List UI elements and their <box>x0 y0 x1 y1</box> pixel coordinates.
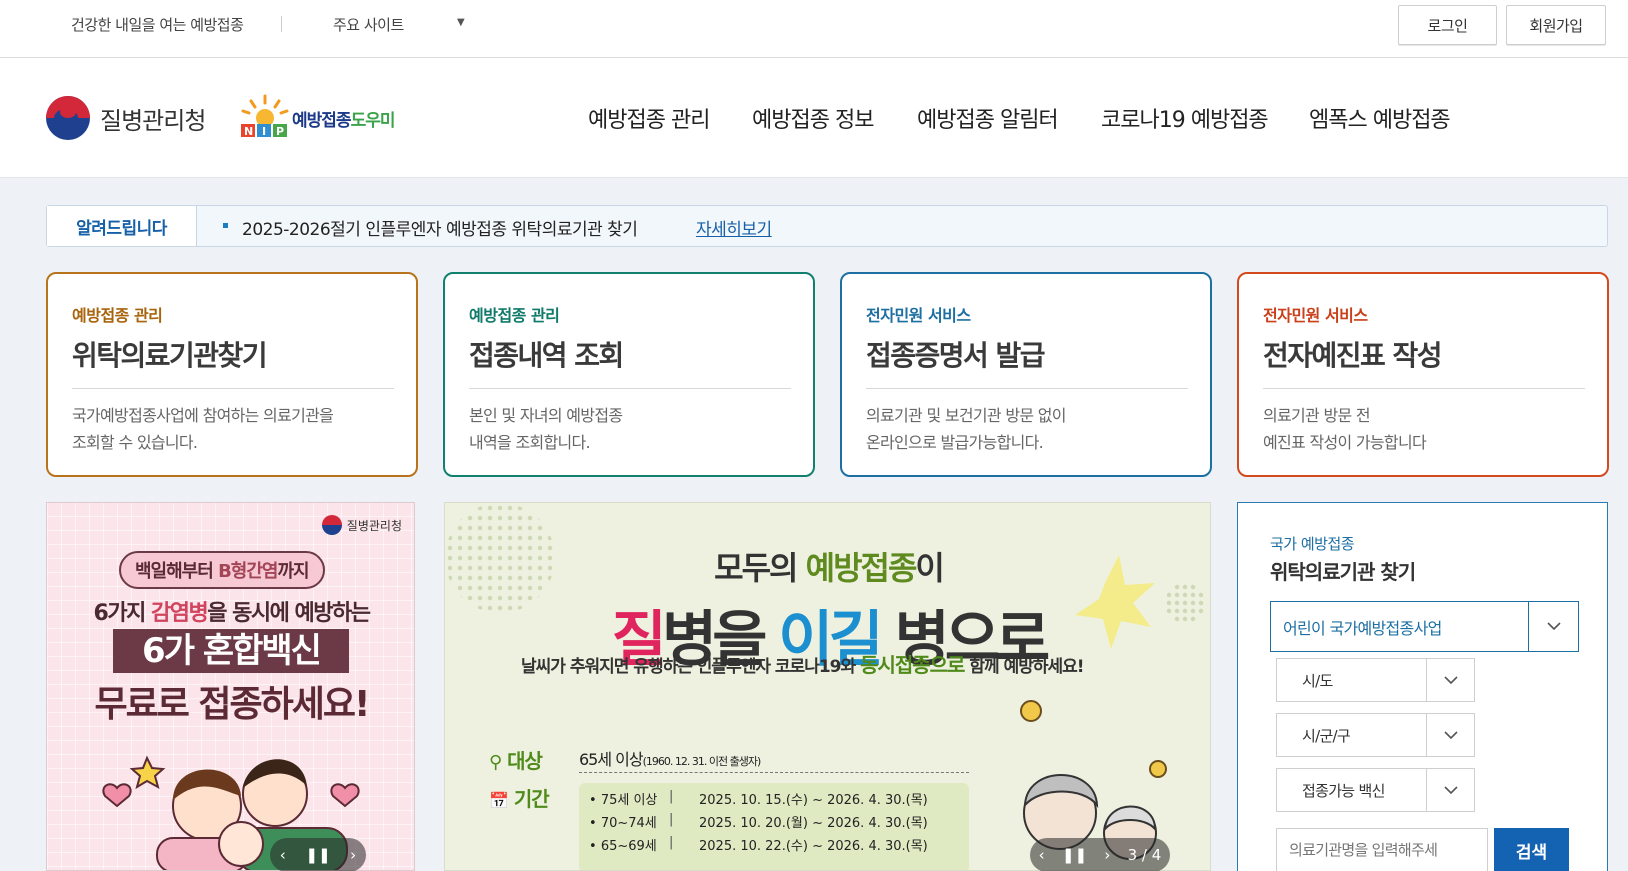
chevron-down-icon[interactable] <box>1427 714 1474 756</box>
kdca-name: 질병관리청 <box>100 106 206 135</box>
bullet-icon <box>223 223 228 228</box>
banner1-carousel-controls: ‹ ❚❚ › <box>270 838 366 871</box>
nip-name-b: 도우미 <box>350 111 396 131</box>
utility-bar: 건강한 내일을 여는 예방접종 주요 사이트 ▼ 로그인 회원가입 <box>0 0 1628 58</box>
sigungu-select[interactable]: 시/군/구 <box>1276 713 1475 757</box>
nip-name: 예방접종도우미 <box>292 106 396 131</box>
card-vaccination-history[interactable]: 예방접종 관리 접종내역 조회 본인 및 자녀의 예방접종 내역을 조회합니다. <box>443 272 815 477</box>
pause-icon[interactable]: ❚❚ <box>305 846 330 864</box>
sido-select-value: 시/도 <box>1277 659 1427 701</box>
kdca-emblem-icon <box>321 515 342 535</box>
chevron-down-icon[interactable] <box>1427 769 1474 811</box>
prev-icon[interactable]: ‹ <box>1039 846 1045 864</box>
card-certificate[interactable]: 전자민원 서비스 접종증명서 발급 의료기관 및 보건기관 방문 없이 온라인으로… <box>840 272 1212 477</box>
divider <box>469 388 791 389</box>
banner-corp-logo: 질병관리청 <box>321 515 402 535</box>
card-description: 의료기관 방문 전 예진표 작성이 가능합니다 <box>1263 406 1427 452</box>
nav-vaccination-info[interactable]: 예방접종 정보 <box>752 102 874 134</box>
nav-covid19-vaccination[interactable]: 코로나19 예방접종 <box>1101 102 1269 134</box>
sun-icon: N I P <box>241 94 289 138</box>
card-title: 위탁의료기관찾기 <box>72 339 268 372</box>
clinic-name-input[interactable] <box>1276 828 1488 871</box>
sido-select[interactable]: 시/도 <box>1276 658 1475 702</box>
taegeuk-emblem-icon <box>46 96 90 140</box>
prev-icon[interactable]: ‹ <box>280 846 286 864</box>
schedule-row: • 65~69세 | 2025. 10. 22.(수) ~ 2026. 4. 30.… <box>589 835 928 854</box>
card-description: 본인 및 자녀의 예방접종 내역을 조회합니다. <box>469 406 623 452</box>
target-key: ⚲ 대상 <box>489 749 543 773</box>
site-tagline: 건강한 내일을 여는 예방접종 <box>71 16 244 34</box>
divider <box>72 388 394 389</box>
notice-more-link[interactable]: 자세히보기 <box>696 215 772 240</box>
notice-label: 알려드립니다 <box>47 206 197 246</box>
schedule-table: • 75세 이상 | 2025. 10. 15.(수) ~ 2026. 4. 30.… <box>579 783 969 870</box>
divider <box>281 16 282 32</box>
search-button[interactable]: 검색 <box>1494 828 1569 871</box>
card-description: 국가예방접종사업에 참여하는 의료기관을 조회할 수 있습니다. <box>72 406 334 452</box>
chevron-down-icon[interactable] <box>1529 602 1578 651</box>
svg-text:N: N <box>244 125 253 138</box>
clinic-search-panel: 국가 예방접종 위탁의료기관 찾기 어린이 국가예방접종사업 시/도 시/군/구… <box>1237 502 1608 871</box>
caret-down-icon[interactable]: ▼ <box>457 17 465 28</box>
next-icon[interactable]: › <box>350 846 356 864</box>
main-header: 질병관리청 N I P 예방접종도우미 예방접종 관리 예방접종 정보 예방접종… <box>0 58 1628 178</box>
card-category: 예방접종 관리 <box>469 306 560 325</box>
card-description: 의료기관 및 보건기관 방문 없이 온라인으로 발급가능합니다. <box>866 406 1067 452</box>
signup-button[interactable]: 회원가입 <box>1506 5 1606 45</box>
nav-mpox-vaccination[interactable]: 엠폭스 예방접종 <box>1309 102 1451 134</box>
banner-subheadline: 무료로 접종하세요! <box>94 684 371 725</box>
search-category: 국가 예방접종 <box>1270 535 1355 553</box>
sigungu-select-value: 시/군/구 <box>1277 714 1427 756</box>
banner2-carousel-controls: ‹ ❚❚ › 3 / 4 <box>1030 838 1170 871</box>
login-button[interactable]: 로그인 <box>1398 5 1497 45</box>
major-sites-dropdown[interactable]: 주요 사이트 <box>333 14 404 35</box>
notice-text[interactable]: 2025-2026절기 인플루엔자 예방접종 위탁의료기관 찾기 <box>242 215 638 240</box>
notice-bar: 알려드립니다 2025-2026절기 인플루엔자 예방접종 위탁의료기관 찾기 … <box>46 205 1608 247</box>
card-e-prescreening[interactable]: 전자민원 서비스 전자예진표 작성 의료기관 방문 전 예진표 작성이 가능합니다 <box>1237 272 1609 477</box>
nip-name-a: 예방접종 <box>292 111 352 131</box>
divider <box>866 388 1188 389</box>
target-row: ⚲ 대상 65세 이상(1960. 12. 31. 이전 출생자) <box>489 745 969 774</box>
hexavalent-vaccine-banner[interactable]: 질병관리청 백일해부터 B형간염까지 6가지 감염병을 동시에 예방하는 6가 … <box>46 502 415 871</box>
svg-text:P: P <box>276 125 284 138</box>
flu-covid-campaign-banner[interactable]: 모두의 예방접종이 질병을 이길 병으로 날씨가 추워지면 유행하는 인플루엔자… <box>444 502 1211 871</box>
card-category: 예방접종 관리 <box>72 306 163 325</box>
program-select[interactable]: 어린이 국가예방접종사업 <box>1270 601 1579 652</box>
banner-line: 6가지 감염병을 동시에 예방하는 <box>93 601 371 626</box>
banner-headline: 6가 혼합백신 <box>113 629 349 673</box>
card-title: 접종내역 조회 <box>469 339 624 372</box>
carousel-page-indicator: 3 / 4 <box>1127 846 1162 864</box>
program-select-value: 어린이 국가예방접종사업 <box>1271 602 1529 651</box>
divider <box>1263 388 1585 389</box>
period-key: 📅 기간 <box>489 787 550 811</box>
period-row: 📅 기간 <box>489 783 550 812</box>
card-title: 전자예진표 작성 <box>1263 339 1443 372</box>
vaccine-select[interactable]: 접종가능 백신 <box>1276 768 1475 812</box>
kdca-logo[interactable]: 질병관리청 <box>46 96 206 140</box>
pause-icon[interactable]: ❚❚ <box>1062 846 1087 864</box>
card-category: 전자민원 서비스 <box>1263 306 1368 325</box>
svg-text:I: I <box>262 125 266 138</box>
nip-logo[interactable]: N I P 예방접종도우미 <box>239 94 399 138</box>
elderly-illustration <box>1020 555 1167 860</box>
nav-vaccination-management[interactable]: 예방접종 관리 <box>588 102 710 134</box>
card-find-clinic[interactable]: 예방접종 관리 위탁의료기관찾기 국가예방접종사업에 참여하는 의료기관을 조회할… <box>46 272 418 477</box>
banner-pill: 백일해부터 B형간염까지 <box>119 551 325 589</box>
banner-corp-name: 질병관리청 <box>346 518 402 533</box>
card-title: 접종증명서 발급 <box>866 339 1046 372</box>
next-icon[interactable]: › <box>1104 846 1110 864</box>
vaccine-select-value: 접종가능 백신 <box>1277 769 1427 811</box>
schedule-row: • 75세 이상 | 2025. 10. 15.(수) ~ 2026. 4. 30.… <box>589 789 928 808</box>
target-value: 65세 이상(1960. 12. 31. 이전 출생자) <box>579 746 969 773</box>
card-category: 전자민원 서비스 <box>866 306 971 325</box>
schedule-row: • 70~74세 | 2025. 10. 20.(월) ~ 2026. 4. 30.… <box>589 812 928 831</box>
nav-vaccination-notice[interactable]: 예방접종 알림터 <box>917 102 1059 134</box>
chevron-down-icon[interactable] <box>1427 659 1474 701</box>
search-title: 위탁의료기관 찾기 <box>1270 560 1416 584</box>
